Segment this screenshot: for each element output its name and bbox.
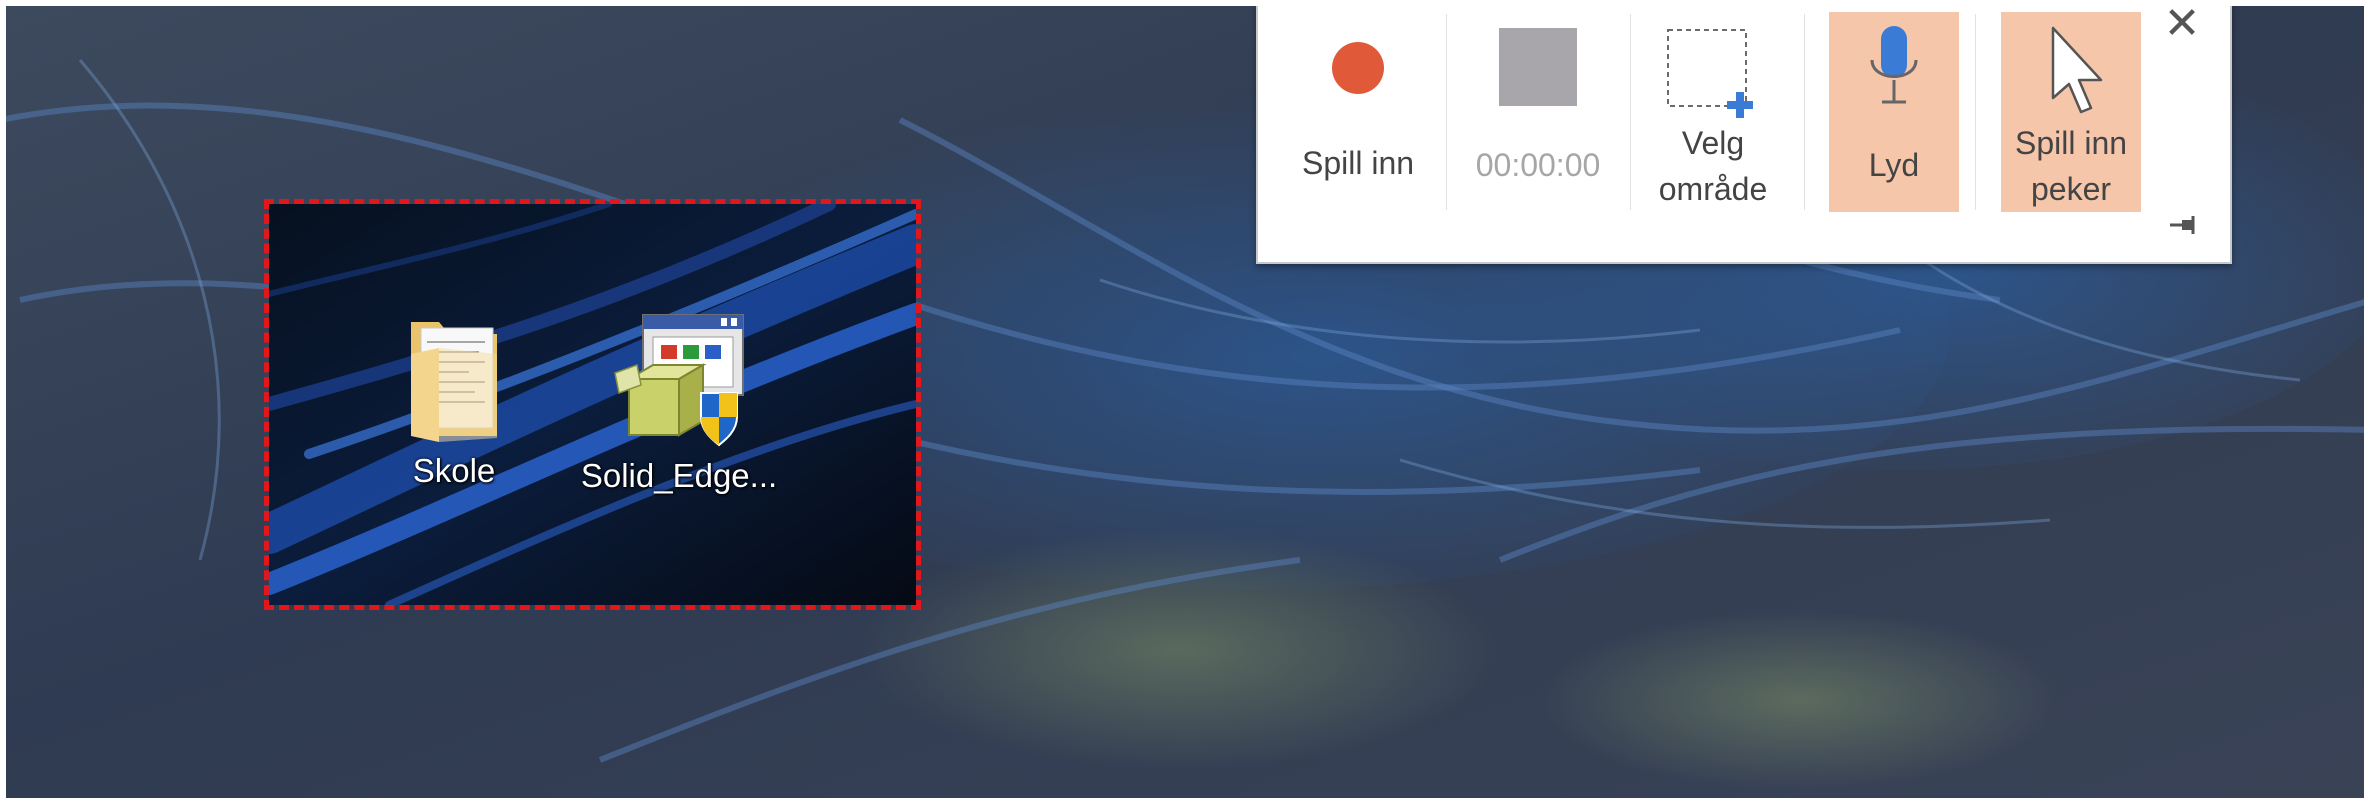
stop-icon [1499,28,1577,106]
record-label: Spill inn [1301,145,1415,181]
select-area-icon [1667,29,1753,118]
toolbar-separator [1446,14,1447,210]
select-area-button[interactable]: Velg område [1638,12,1788,212]
audio-label: Lyd [1868,147,1920,183]
toolbar-separator [1804,14,1805,210]
close-button[interactable]: ✕ [2160,2,2204,46]
folder-icon [411,322,497,442]
desktop-screen: Skole Solid_Edge... Spill inn 00:00:00 V… [0,0,2372,800]
record-pointer-label-line2: peker [2030,171,2112,207]
desktop-icon-skole[interactable]: Skole [344,314,564,490]
microphone-icon [1870,26,1918,104]
select-area-label-line2: område [1658,171,1768,207]
desktop-icon-label: Solid_Edge... [580,457,778,494]
toolbar-separator [1975,14,1976,210]
select-area-label-line1: Velg [1681,125,1745,161]
recording-selection-area[interactable]: Skole Solid_Edge... [264,199,921,610]
pin-icon[interactable] [2166,212,2200,238]
close-icon: ✕ [2163,0,2201,48]
screen-recording-toolbar: Spill inn 00:00:00 Velg område Lyd Spill… [1256,0,2232,264]
desktop-icon-solid-edge[interactable]: Solid_Edge... [569,309,789,495]
timer-display: 00:00:00 [1475,147,1601,183]
record-pointer-label-line1: Spill inn [2014,125,2128,161]
desktop-icon-label: Skole [412,452,496,489]
record-pointer-button[interactable]: Spill inn peker [2001,12,2141,212]
record-icon [1332,42,1384,94]
pointer-icon [2051,26,2103,114]
record-button[interactable]: Spill inn [1278,12,1438,212]
stop-button[interactable]: 00:00:00 [1454,12,1622,212]
toolbar-separator [1630,14,1631,210]
audio-toggle-button[interactable]: Lyd [1829,12,1959,212]
installer-icon [614,314,744,447]
